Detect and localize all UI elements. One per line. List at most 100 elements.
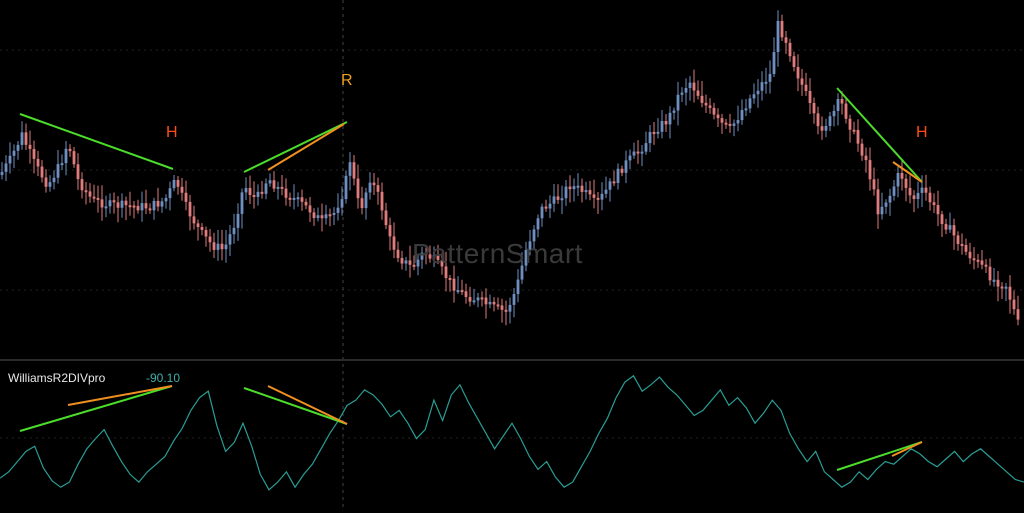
candle-body (968, 251, 972, 259)
candle-body (680, 92, 684, 95)
candle-body (848, 118, 852, 130)
candle-body (1012, 299, 1016, 310)
candle-body (940, 214, 944, 225)
divergence-trendline (19, 113, 174, 170)
candle-body (568, 186, 572, 190)
candle-body (764, 81, 768, 84)
divergence-trendline (243, 387, 348, 425)
candle-body (856, 129, 860, 144)
candle-body (496, 304, 500, 307)
candle-body (184, 192, 188, 202)
candle-body (72, 151, 76, 165)
candle-body (608, 181, 612, 190)
candle-body (84, 190, 88, 193)
candle-body (504, 309, 508, 312)
candle-body (140, 203, 144, 211)
candle-body (560, 198, 564, 201)
candle-body (32, 148, 36, 159)
candle-body (932, 202, 936, 206)
candle-body (616, 168, 620, 183)
candle-body (236, 213, 240, 228)
candle-body (56, 164, 60, 178)
candle-body (372, 182, 376, 186)
candle-body (600, 193, 604, 200)
candle-body (108, 200, 112, 207)
candle-body (300, 197, 304, 202)
candle-body (16, 144, 20, 151)
candle-body (304, 201, 308, 206)
candle-body (1008, 286, 1012, 300)
candle-body (656, 131, 660, 134)
candle-body (160, 201, 164, 207)
candle-body (716, 114, 720, 119)
candle-body (64, 148, 68, 164)
candle-body (888, 195, 892, 203)
candle-body (724, 122, 728, 125)
candle-body (644, 143, 648, 152)
candle-body (712, 107, 716, 115)
candle-body (584, 190, 588, 193)
candle-body (492, 301, 496, 305)
candle-body (212, 242, 216, 250)
candle-body (376, 185, 380, 192)
candle-body (916, 192, 920, 199)
divergence-trendline (19, 385, 173, 432)
candle-body (1016, 309, 1020, 320)
candle-body (384, 210, 388, 226)
candle-body (156, 200, 160, 207)
candle-body (740, 110, 744, 121)
candle-body (912, 195, 916, 199)
candle-body (256, 191, 260, 197)
candle-body (20, 132, 24, 145)
candle-body (472, 300, 476, 303)
candle-body (284, 188, 288, 198)
candle-body (828, 116, 832, 126)
candle-body (196, 223, 200, 227)
candle-body (800, 78, 804, 85)
candle-body (120, 200, 124, 208)
candle-body (4, 163, 8, 172)
indicator-value: -90.10 (146, 371, 181, 385)
candle-body (136, 205, 140, 211)
candle-body (556, 196, 560, 200)
candle-body (168, 188, 172, 199)
pattern-marker-r: R (341, 72, 353, 89)
divergence-trendline (267, 385, 348, 425)
candle-body (548, 203, 552, 209)
candle-body (36, 158, 40, 167)
candle-body (28, 144, 32, 149)
candle-body (24, 132, 28, 145)
candle-body (292, 197, 296, 200)
candle-body (904, 178, 908, 188)
candle-body (884, 202, 888, 207)
candle-body (176, 180, 180, 187)
candle-body (44, 177, 48, 187)
candle-body (988, 266, 992, 281)
panel-divider[interactable] (0, 359, 1024, 361)
candle-body (312, 212, 316, 219)
candle-body (92, 196, 96, 199)
candle-body (772, 52, 776, 74)
pattern-marker-h-1: H (166, 124, 178, 141)
candle-body (76, 164, 80, 180)
candle-body (464, 291, 468, 298)
candle-body (900, 173, 904, 179)
candle-body (592, 194, 596, 198)
candle-body (484, 297, 488, 305)
watermark-text: PatternSmart (412, 238, 583, 269)
candle-body (648, 132, 652, 144)
divergence-trendline (836, 441, 923, 471)
candle-body (688, 82, 692, 89)
candle-body (476, 297, 480, 301)
candle-body (12, 150, 16, 156)
candle-body (632, 151, 636, 156)
divergence-trendline (243, 121, 348, 173)
candle-body (96, 197, 100, 200)
candle-body (252, 195, 256, 198)
candle-body (280, 186, 284, 189)
candle-body (944, 224, 948, 230)
candle-body (116, 202, 120, 208)
candle-body (832, 110, 836, 117)
candle-body (980, 260, 984, 265)
candle-body (164, 198, 168, 202)
